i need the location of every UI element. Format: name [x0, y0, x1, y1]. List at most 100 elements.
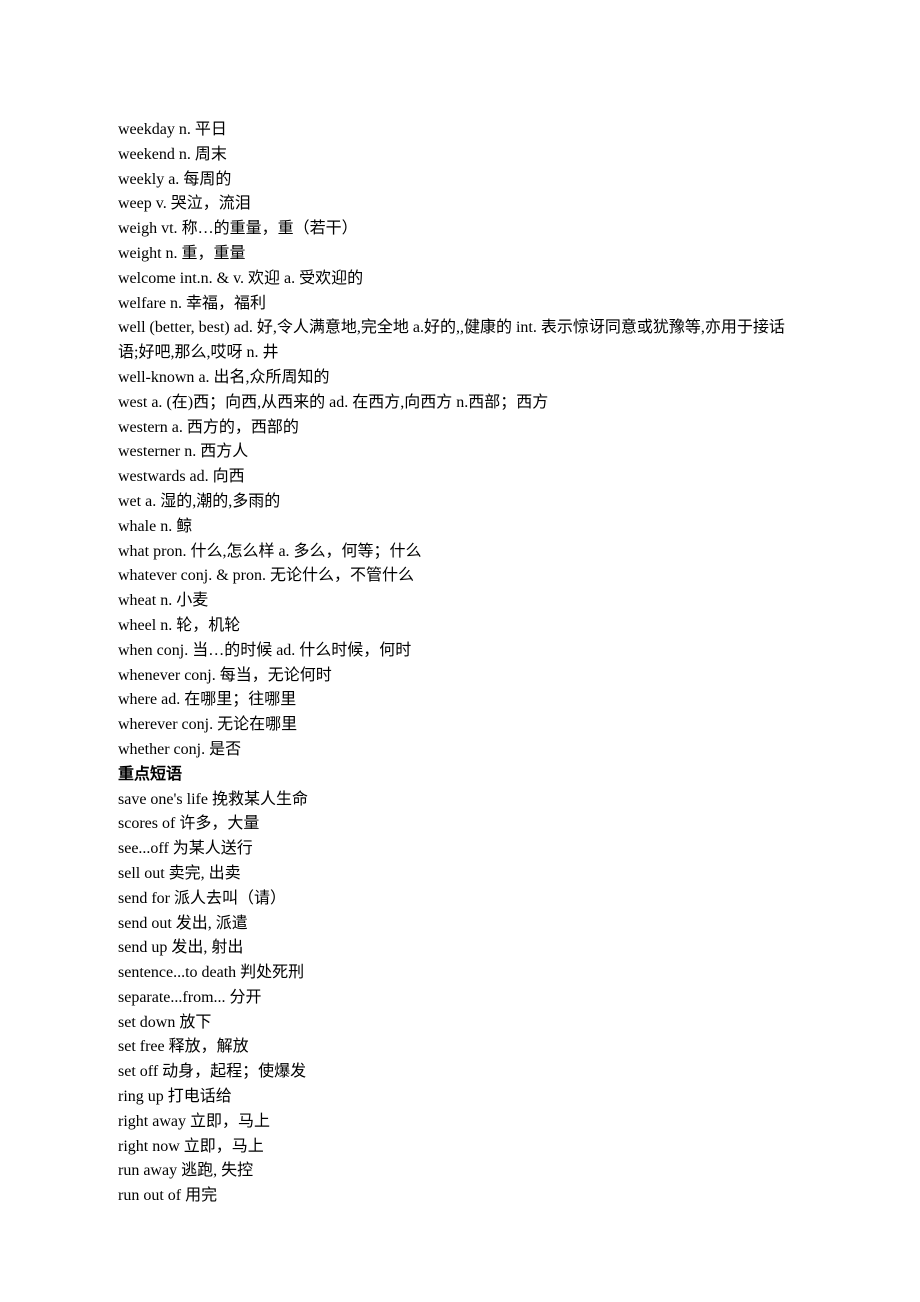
vocab-word: welfare [118, 295, 166, 312]
vocab-pos: ad. [161, 691, 180, 708]
vocab-entry: welfare n. 幸福，福利 [118, 292, 802, 317]
vocab-pos: conj. [184, 667, 216, 684]
phrase-definition: 卖完, 出卖 [169, 865, 241, 882]
vocab-pos: n. [170, 295, 182, 312]
vocab-entry: weep v. 哭泣，流泪 [118, 192, 802, 217]
vocab-pos: a. [168, 171, 179, 188]
vocab-pos: conj. [174, 741, 206, 758]
vocab-entry: wheel n. 轮，机轮 [118, 614, 802, 639]
phrase-definition: 分开 [230, 989, 262, 1006]
vocab-entry: western a. 西方的，西部的 [118, 416, 802, 441]
vocab-definition: 西方的，西部的 [187, 419, 299, 436]
vocab-pos: a. [151, 394, 162, 411]
phrase-list: save one's life 挽救某人生命scores of 许多，大量see… [118, 788, 802, 1210]
vocab-word: well [118, 319, 146, 336]
vocab-entry: westerner n. 西方人 [118, 440, 802, 465]
phrase-entry: see...off 为某人送行 [118, 837, 802, 862]
vocab-definition: (在)西；向西,从西来的 ad. 在西方,向西方 n.西部；西方 [166, 394, 548, 411]
vocab-entry: west a. (在)西；向西,从西来的 ad. 在西方,向西方 n.西部；西方 [118, 391, 802, 416]
phrase-definition: 用完 [185, 1187, 217, 1204]
vocab-word: wheat [118, 592, 156, 609]
vocab-pos: conj. & pron. [181, 567, 266, 584]
vocab-entry: weigh vt. 称…的重量，重（若干） [118, 217, 802, 242]
phrase-text: set down [118, 1014, 175, 1031]
vocab-word: wheel [118, 617, 156, 634]
phrase-entry: set free 释放，解放 [118, 1035, 802, 1060]
vocab-definition: 是否 [209, 741, 241, 758]
vocab-definition: 称…的重量，重（若干） [182, 220, 358, 237]
phrase-entry: send out 发出, 派遣 [118, 912, 802, 937]
vocab-definition: 幸福，福利 [186, 295, 266, 312]
phrase-entry: set off 动身，起程；使爆发 [118, 1060, 802, 1085]
vocab-pos: vt. [161, 220, 177, 237]
vocab-word: weight [118, 245, 162, 262]
phrase-definition: 动身，起程；使爆发 [162, 1063, 306, 1080]
vocab-pos: conj. [157, 642, 189, 659]
vocab-entry: where ad. 在哪里；往哪里 [118, 688, 802, 713]
vocab-definition: 轮，机轮 [176, 617, 240, 634]
vocab-definition: 重，重量 [182, 245, 246, 262]
vocab-entry: welcome int.n. & v. 欢迎 a. 受欢迎的 [118, 267, 802, 292]
vocab-entry: westwards ad. 向西 [118, 465, 802, 490]
vocab-pos: n. [160, 617, 172, 634]
phrase-text: right away [118, 1113, 186, 1130]
vocab-pos: n. [179, 146, 191, 163]
vocab-pos: int.n. & v. [180, 270, 244, 287]
vocab-entry: well-known a. 出名,众所周知的 [118, 366, 802, 391]
vocab-entry: whenever conj. 每当，无论何时 [118, 664, 802, 689]
vocab-pos: a. [145, 493, 156, 510]
phrase-text: run away [118, 1162, 177, 1179]
phrase-definition: 打电话给 [168, 1088, 232, 1105]
vocab-word: western [118, 419, 168, 436]
vocab-definition: 平日 [195, 121, 227, 138]
vocab-definition: 周末 [195, 146, 227, 163]
phrase-definition: 派人去叫（请） [174, 890, 286, 907]
phrase-definition: 立即，马上 [190, 1113, 270, 1130]
phrase-definition: 为某人送行 [173, 840, 253, 857]
phrase-text: send up [118, 939, 167, 956]
vocab-definition: 当…的时候 ad. 什么时候，何时 [192, 642, 411, 659]
vocab-entry: whether conj. 是否 [118, 738, 802, 763]
phrase-text: sentence...to death [118, 964, 236, 981]
vocab-entry: weekly a. 每周的 [118, 168, 802, 193]
vocab-word: when [118, 642, 153, 659]
vocab-pos: n. [184, 443, 196, 460]
vocab-word: welcome [118, 270, 176, 287]
phrase-text: sell out [118, 865, 165, 882]
vocab-definition: 向西 [213, 468, 245, 485]
vocab-pos: conj. [182, 716, 214, 733]
vocab-definition: 什么,怎么样 a. 多么，何等；什么 [190, 543, 421, 560]
vocab-pos: n. [166, 245, 178, 262]
phrase-definition: 逃跑, 失控 [181, 1162, 253, 1179]
vocab-pos: n. [160, 592, 172, 609]
phrase-definition: 挽救某人生命 [212, 791, 308, 808]
phrase-entry: sell out 卖完, 出卖 [118, 862, 802, 887]
vocab-word: weekend [118, 146, 175, 163]
phrase-text: separate...from... [118, 989, 226, 1006]
vocab-definition: 西方人 [200, 443, 248, 460]
vocab-definition: 小麦 [176, 592, 208, 609]
phrase-definition: 判处死刑 [240, 964, 304, 981]
document-page: weekday n. 平日weekend n. 周末weekly a. 每周的w… [0, 0, 920, 1302]
vocab-entry: whatever conj. & pron. 无论什么，不管什么 [118, 564, 802, 589]
vocab-entry: what pron. 什么,怎么样 a. 多么，何等；什么 [118, 540, 802, 565]
vocab-word: whenever [118, 667, 180, 684]
vocab-entry: when conj. 当…的时候 ad. 什么时候，何时 [118, 639, 802, 664]
phrase-text: run out of [118, 1187, 181, 1204]
vocabulary-list: weekday n. 平日weekend n. 周末weekly a. 每周的w… [118, 118, 802, 763]
phrase-entry: save one's life 挽救某人生命 [118, 788, 802, 813]
phrase-definition: 许多，大量 [179, 815, 259, 832]
vocab-word: whale [118, 518, 156, 535]
phrase-definition: 释放，解放 [169, 1038, 249, 1055]
vocab-word: westerner [118, 443, 180, 460]
vocab-entry: wherever conj. 无论在哪里 [118, 713, 802, 738]
phrase-definition: 放下 [179, 1014, 211, 1031]
phrases-heading: 重点短语 [118, 763, 802, 788]
vocab-word: west [118, 394, 147, 411]
vocab-word: wet [118, 493, 141, 510]
vocab-definition: 在哪里；往哪里 [184, 691, 296, 708]
vocab-word: whether [118, 741, 170, 758]
phrase-text: see...off [118, 840, 169, 857]
vocab-word: weekly [118, 171, 164, 188]
vocab-word: weigh [118, 220, 157, 237]
